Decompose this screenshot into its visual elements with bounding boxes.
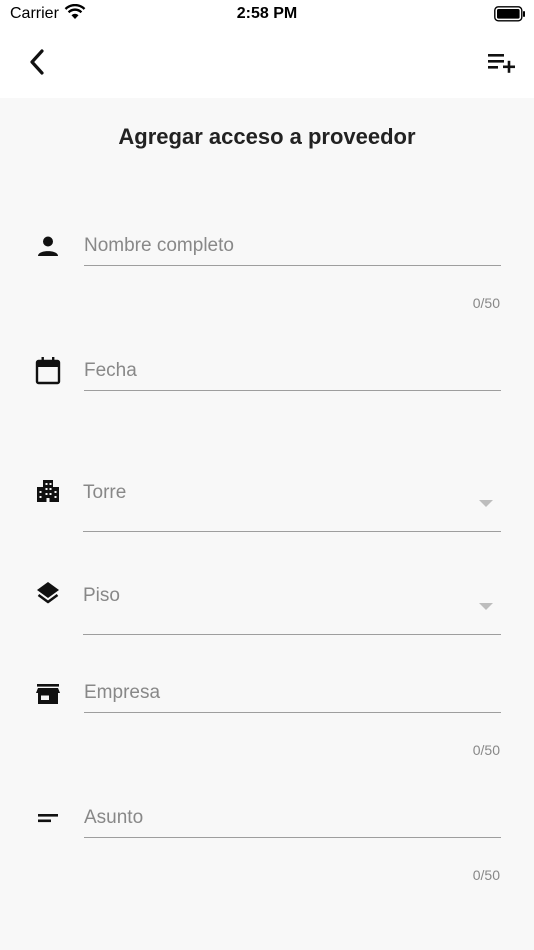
calendar-icon [34,357,62,385]
short-text-icon [34,804,62,832]
asunto-character-counter: 0/50 [472,867,500,883]
playlist-add-icon [488,54,515,73]
nombre-completo-input[interactable] [84,226,501,266]
piso-dropdown[interactable]: Piso [83,583,501,635]
empresa-character-counter: 0/50 [472,742,500,758]
battery-icon [494,6,526,27]
fecha-input[interactable] [84,351,501,391]
empresa-input[interactable] [84,673,501,713]
torre-label: Torre [83,482,127,503]
page-title: Agregar acceso a proveedor [118,124,416,149]
status-bar: Carrier 2:58 PM [0,0,534,30]
asunto-input[interactable] [84,798,501,838]
chevron-left-icon [30,49,44,75]
store-icon [34,680,62,708]
dropdown-arrow-icon [479,603,493,610]
dropdown-arrow-icon [479,500,493,507]
clock: 2:58 PM [236,5,298,22]
person-icon [34,232,62,260]
buildings-icon [34,477,62,505]
torre-dropdown[interactable]: Torre [83,480,501,532]
nombre-character-counter: 0/50 [472,295,500,311]
navigation-bar [0,30,534,98]
add-to-list-button[interactable] [484,44,520,80]
layers-icon [34,579,62,607]
back-button[interactable] [20,44,56,80]
piso-label: Piso [83,585,120,606]
